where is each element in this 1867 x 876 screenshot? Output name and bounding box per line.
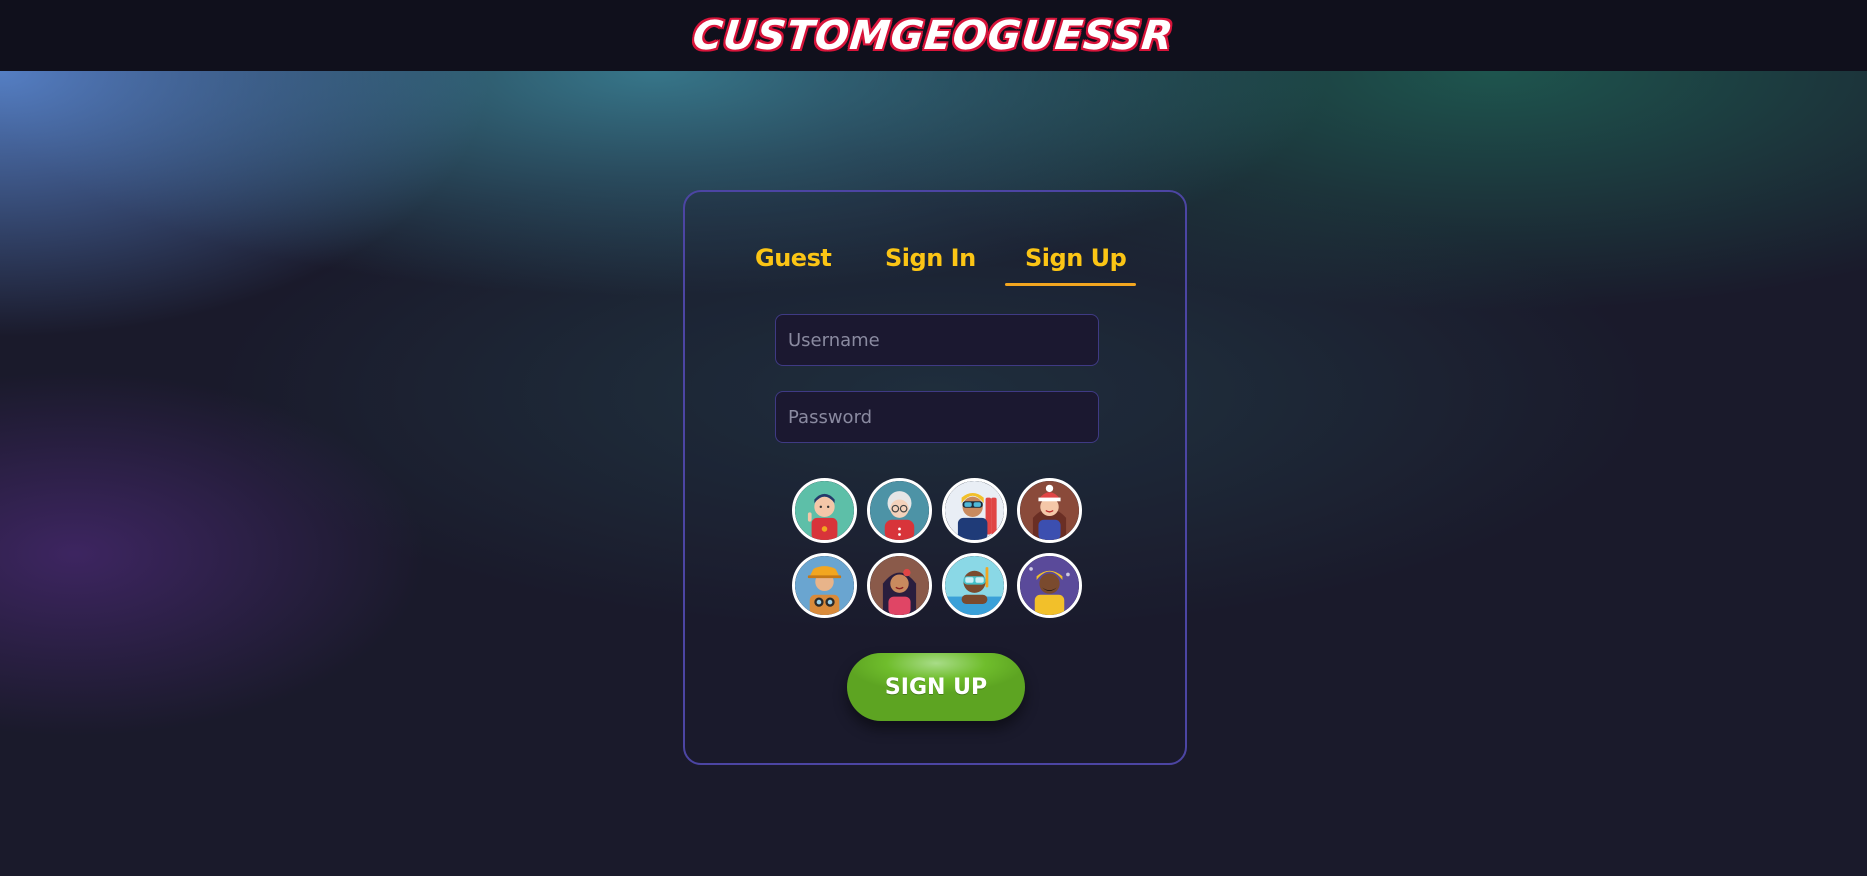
auth-tabs: Guest Sign In Sign Up [685,192,1185,292]
sign-up-button[interactable]: SIGN UP [847,653,1025,721]
safari-explorer-avatar[interactable] [792,553,857,618]
tab-sign-in[interactable]: Sign In [885,244,976,272]
active-tab-indicator [1005,283,1136,286]
flower-woman-avatar[interactable] [867,553,932,618]
tab-sign-up[interactable]: Sign Up [1025,244,1127,272]
skier-avatar[interactable] [942,478,1007,543]
top-bar: CUSTOMGEOGUESSR [0,0,1867,71]
avatar-picker [792,478,1082,620]
auth-card: Guest Sign In Sign Up Username SIGN UP [683,190,1187,765]
snorkeler-avatar[interactable] [942,553,1007,618]
tab-guest[interactable]: Guest [755,244,832,272]
raincoat-man-avatar[interactable] [1017,553,1082,618]
username-field[interactable] [775,314,1099,366]
grandma-avatar[interactable] [867,478,932,543]
password-field[interactable] [775,391,1099,443]
site-logo[interactable]: CUSTOMGEOGUESSR [691,13,1176,59]
winter-woman-avatar[interactable] [1017,478,1082,543]
peace-sign-man-avatar[interactable] [792,478,857,543]
